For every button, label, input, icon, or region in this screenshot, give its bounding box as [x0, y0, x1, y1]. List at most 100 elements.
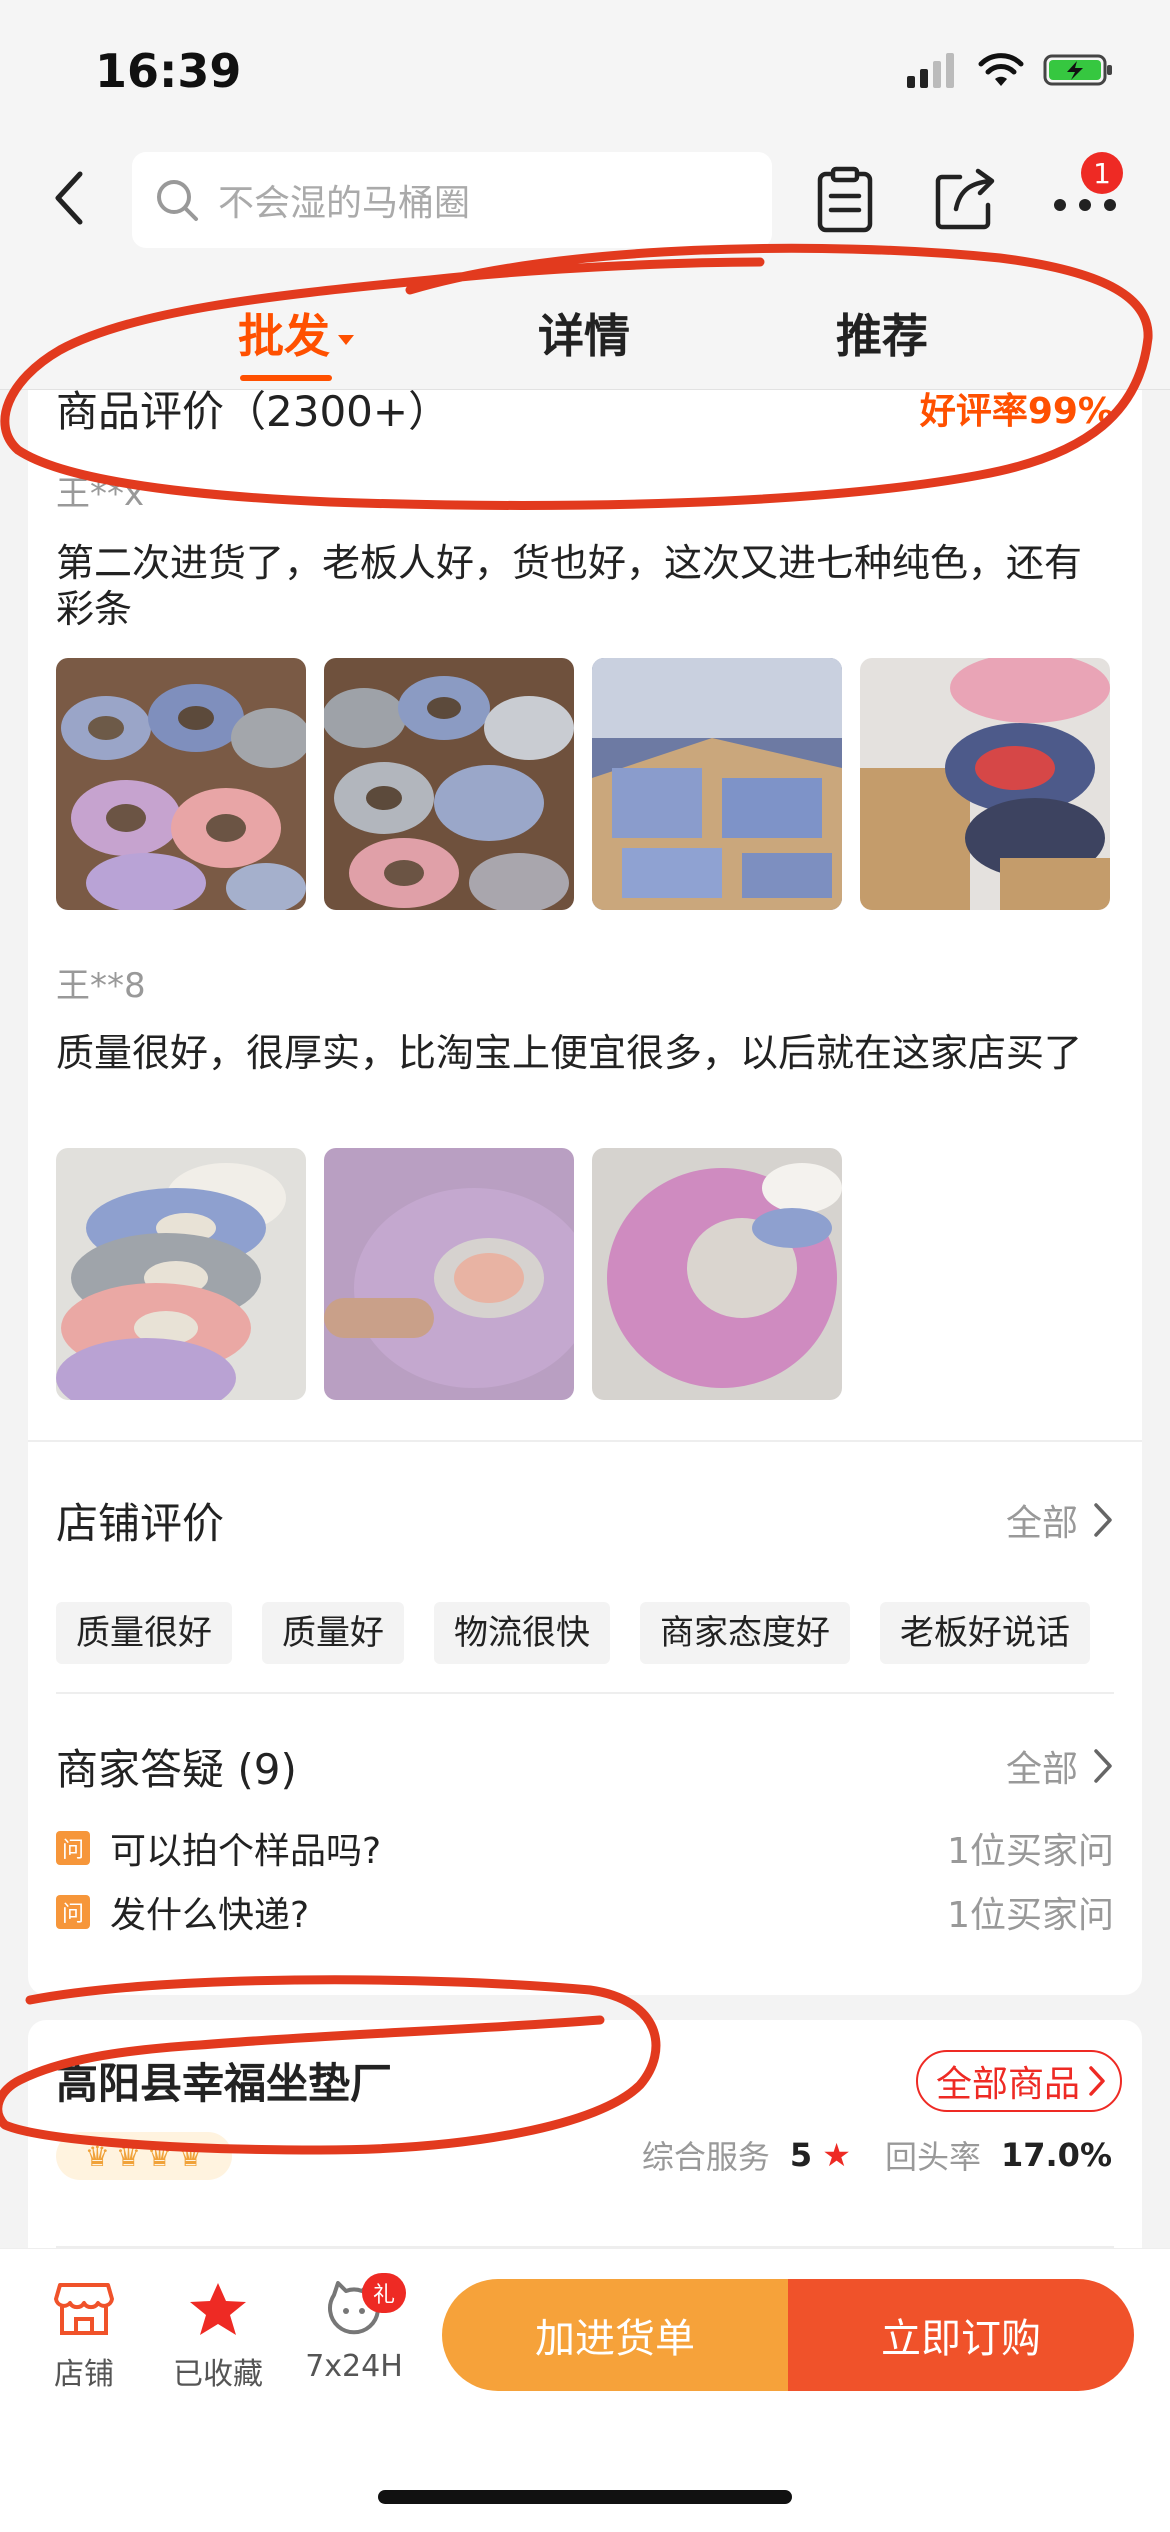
chevron-left-icon — [55, 171, 83, 225]
shop-reviews-all-link[interactable]: 全部 — [1006, 1494, 1114, 1546]
review-photos — [56, 658, 1110, 910]
tab-recommend[interactable]: 推荐 — [836, 300, 928, 366]
repeat-label: 回头率 — [884, 2138, 981, 2176]
review-user: 王**x — [56, 474, 145, 514]
add-to-cart-button[interactable]: 加进货单 — [442, 2279, 788, 2391]
home-indicator — [378, 2490, 792, 2504]
shop-stats: 综合服务 5 ★ 回头率 17.0% — [642, 2132, 1112, 2178]
reviews-card: 商品评价（2300+） 好评率99% 王**x 第二次进货了，老板人好，货也好，… — [28, 387, 1142, 1995]
battery-charging-icon — [1043, 54, 1112, 86]
review-photo[interactable] — [56, 1148, 306, 1400]
store-icon — [54, 2283, 114, 2335]
review-user: 王**8 — [56, 966, 146, 1006]
photo-seat-covers — [56, 658, 306, 910]
review-photo[interactable] — [860, 658, 1110, 910]
favorite-button[interactable]: 已收藏 — [158, 2281, 278, 2393]
favorited-label: 已收藏 — [173, 2357, 263, 2392]
search-placeholder: 不会湿的马桶圈 — [218, 183, 471, 224]
more-button[interactable]: 1 — [1045, 152, 1125, 240]
qa-title: 商家答疑 (9) — [56, 1744, 297, 1794]
shop-reviews-title: 店铺评价 — [56, 1498, 225, 1548]
review-tag[interactable]: 质量很好 — [56, 1602, 232, 1664]
question-icon: 问 — [56, 1831, 90, 1865]
crown-icon: ♛ — [147, 2139, 173, 2173]
review-text: 质量很好，很厚实，比淘宝上便宜很多，以后就在这家店买了 — [56, 1031, 1083, 1075]
shop-level-crowns: ♛ ♛ ♛ ♛ — [56, 2132, 232, 2180]
review-tag[interactable]: 物流很快 — [434, 1602, 610, 1664]
review-photo[interactable] — [324, 1148, 574, 1400]
gift-badge: 礼 — [362, 2273, 406, 2313]
buy-now-button[interactable]: 立即订购 — [788, 2279, 1134, 2391]
service-score: 5 — [789, 2136, 813, 2174]
store-button[interactable]: 店铺 — [24, 2281, 144, 2393]
reviews-header[interactable]: 商品评价（2300+） 好评率99% — [56, 378, 1114, 438]
tab-details[interactable]: 详情 — [538, 300, 630, 366]
service-hours-label: 7x24H — [305, 2349, 403, 2384]
service-label: 综合服务 — [641, 2138, 770, 2176]
search-input[interactable]: 不会湿的马桶圈 — [132, 152, 772, 248]
review-photo[interactable] — [592, 658, 842, 910]
shop-card: 高阳县幸福坐垫厂 全部商品 ♛ ♛ ♛ ♛ 综合服务 5 ★ 回头率 17.0% — [28, 2020, 1142, 2260]
qa-item[interactable]: 问 可以拍个样品吗? 1位买家问 — [56, 1822, 1114, 1874]
review-photos — [56, 1148, 842, 1400]
photo-seat-cover-pink — [592, 1148, 842, 1400]
review-tag[interactable]: 老板好说话 — [880, 1602, 1090, 1664]
status-icons — [907, 52, 1115, 88]
repeat-value: 17.0% — [1000, 2136, 1112, 2174]
photo-boxes — [592, 658, 842, 910]
review-photo[interactable] — [324, 658, 574, 910]
qa-all-label: 全部 — [1005, 1749, 1078, 1790]
caret-down-icon — [338, 334, 354, 345]
review-tag[interactable]: 商家态度好 — [640, 1602, 850, 1664]
wifi-icon — [978, 53, 1024, 86]
star-icon: ★ — [822, 2136, 851, 2174]
qa-item[interactable]: 问 发什么快递? 1位买家问 — [56, 1886, 1114, 1938]
shop-review-tags: 质量很好 质量好 物流很快 商家态度好 老板好说话 — [56, 1602, 1114, 1664]
tab-wholesale[interactable]: 批发 — [238, 300, 354, 366]
review-photo[interactable] — [592, 1148, 842, 1400]
review-text: 第二次进货了，老板人好，货也好，这次又进七种纯色，还有彩条 — [56, 541, 1083, 631]
store-label: 店铺 — [54, 2357, 114, 2392]
crown-icon: ♛ — [115, 2139, 141, 2173]
all-products-label: 全部商品 — [935, 2064, 1080, 2105]
reviews-title: 商品评价（2300+） — [56, 386, 451, 436]
all-products-button[interactable]: 全部商品 — [915, 2050, 1122, 2112]
photo-seat-cover-closeup — [324, 1148, 574, 1400]
tab-wholesale-label: 批发 — [238, 309, 330, 363]
shop-reviews-header[interactable]: 店铺评价 全部 — [56, 1490, 1114, 1550]
qa-question: 可以拍个样品吗? — [110, 1831, 382, 1872]
customer-service-button[interactable]: 礼 7x24H — [294, 2273, 414, 2384]
review-photo[interactable] — [56, 658, 306, 910]
divider — [28, 1440, 1142, 1442]
qa-count: 1位买家问 — [947, 1831, 1114, 1872]
clipboard-icon — [817, 166, 873, 233]
question-icon: 问 — [56, 1895, 90, 1929]
chevron-right-icon — [1089, 2066, 1105, 2096]
divider — [56, 1692, 1114, 1694]
clipboard-button[interactable] — [805, 160, 885, 240]
cellular-signal-icon — [907, 53, 954, 88]
chevron-right-icon — [1094, 1749, 1112, 1783]
chevron-right-icon — [1094, 1503, 1112, 1537]
star-filled-icon — [190, 2283, 246, 2335]
photo-seat-covers — [324, 658, 574, 910]
crown-icon: ♛ — [84, 2139, 110, 2173]
qa-count: 1位买家问 — [947, 1895, 1114, 1936]
review-tag[interactable]: 质量好 — [262, 1602, 404, 1664]
status-bar: 16:39 — [0, 0, 1170, 140]
positive-rate: 好评率99% — [919, 391, 1114, 432]
qa-header[interactable]: 商家答疑 (9) 全部 — [56, 1736, 1114, 1796]
shop-name[interactable]: 高阳县幸福坐垫厂 — [56, 2050, 392, 2111]
nav-bar: 不会湿的马桶圈 1 — [0, 140, 1170, 260]
back-button[interactable] — [40, 168, 100, 228]
shop-reviews-all-label: 全部 — [1005, 1503, 1078, 1544]
message-badge: 1 — [1081, 152, 1123, 194]
search-icon — [157, 180, 198, 221]
tab-bar: 批发 详情 推荐 — [0, 260, 1170, 390]
status-time: 16:39 — [95, 44, 242, 98]
qa-all-link[interactable]: 全部 — [1006, 1740, 1114, 1792]
share-button[interactable] — [925, 160, 1005, 240]
photo-boxes — [860, 658, 1110, 910]
share-icon — [935, 168, 995, 230]
crown-icon: ♛ — [178, 2139, 204, 2173]
